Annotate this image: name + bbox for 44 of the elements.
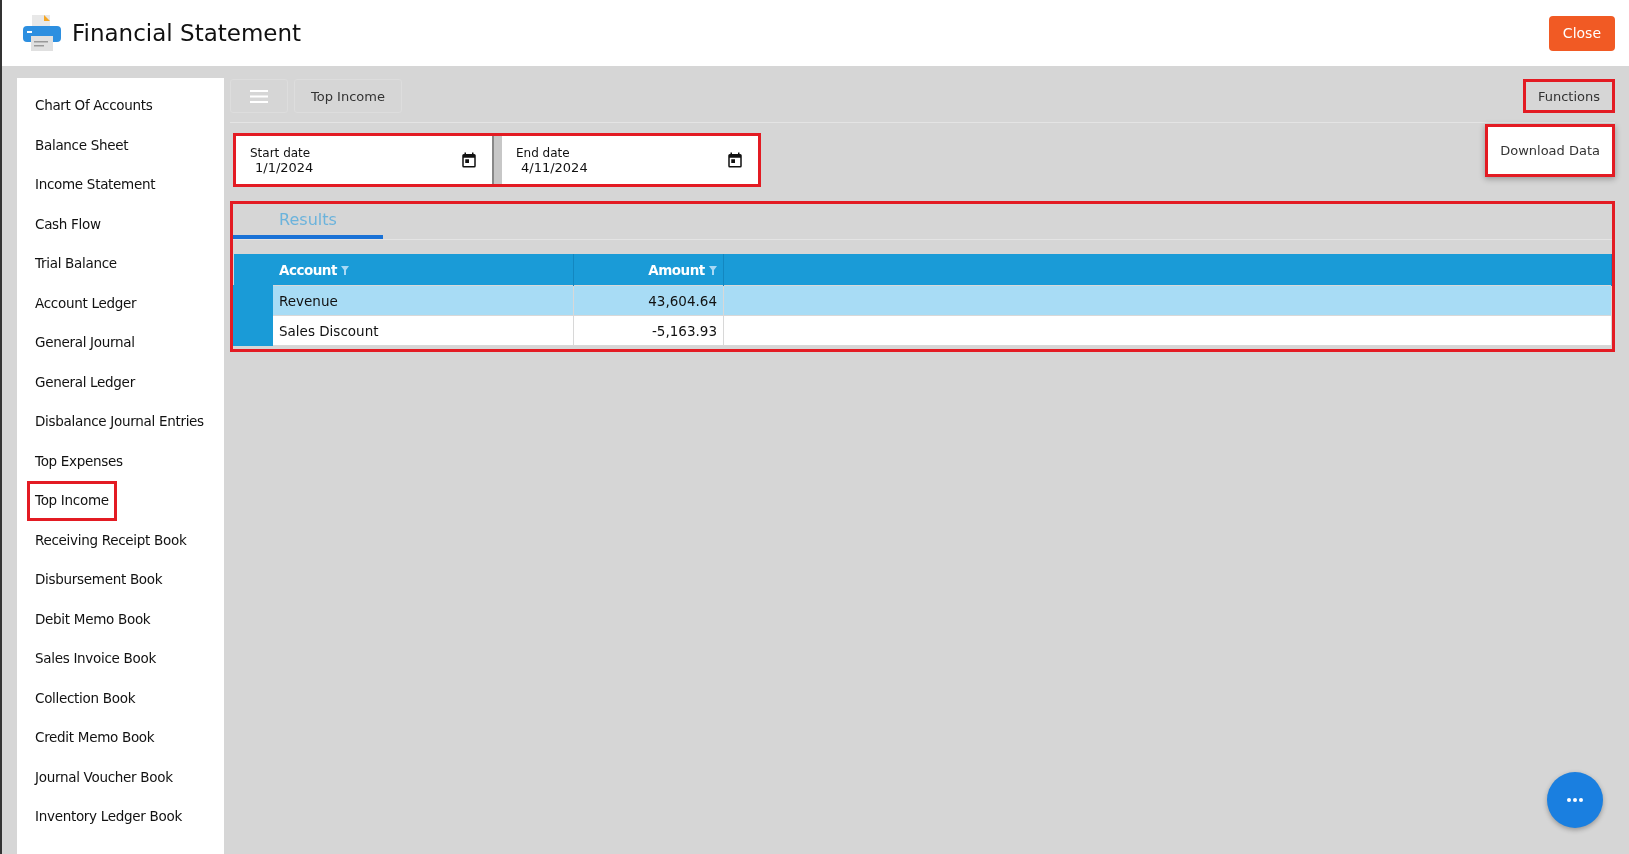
sidebar-item[interactable]: Disbursement Book — [27, 560, 171, 600]
window-title: Financial Statement — [72, 20, 303, 46]
field-label: End date — [516, 145, 571, 160]
sidebar-item[interactable]: Top Expenses — [27, 441, 131, 481]
column-label: Account — [279, 261, 337, 278]
sidebar-item[interactable]: Credit Memo Book — [27, 718, 163, 758]
sidebar-item[interactable]: Sales Invoice Book — [27, 639, 164, 679]
sidebar-item[interactable]: Receiving Receipt Book — [27, 520, 195, 560]
table-cell: 43,604.64 — [573, 285, 724, 316]
sidebar-item[interactable]: Journal Voucher Book — [27, 757, 181, 797]
sidebar-item[interactable]: General Journal — [27, 323, 143, 363]
field-label: Start date — [250, 145, 312, 160]
printer-icon — [22, 14, 62, 52]
menu-button[interactable] — [230, 79, 288, 113]
sidebar-item[interactable]: Disbalance Journal Entries — [27, 402, 212, 442]
table-cell: Revenue — [272, 285, 574, 316]
sidebar-item[interactable]: Cash Flow — [27, 204, 109, 244]
more-icon — [1567, 798, 1583, 802]
date-field[interactable]: End date 4/11/2024 — [502, 136, 758, 184]
breadcrumb-tab[interactable]: Top Income — [294, 79, 402, 113]
sidebar-item[interactable]: Chart Of Accounts — [27, 86, 161, 126]
sidebar-item[interactable]: Collection Book — [27, 678, 144, 718]
column-label: Amount — [648, 261, 705, 278]
sidebar-item[interactable]: Balance Sheet — [27, 125, 137, 165]
functions-button[interactable]: Functions — [1522, 79, 1615, 113]
date-field[interactable]: Start date 1/1/2024 — [236, 136, 492, 184]
filter-icon[interactable] — [341, 265, 350, 275]
menu-icon — [250, 89, 268, 103]
menu-item[interactable]: Download Data — [1488, 127, 1612, 174]
sidebar-item[interactable]: Inventory Ledger Book — [27, 797, 190, 837]
calendar-icon[interactable] — [726, 151, 744, 169]
sidebar-item[interactable]: General Ledger — [27, 362, 143, 402]
more-button[interactable] — [1547, 772, 1603, 828]
sidebar-item[interactable]: Debit Memo Book — [27, 599, 159, 639]
sidebar-item[interactable]: Top Income — [27, 481, 117, 521]
calendar-icon[interactable] — [460, 151, 478, 169]
table-cell: -5,163.93 — [573, 315, 724, 346]
table-cell: Sales Discount — [272, 315, 574, 346]
sidebar-item[interactable]: Trial Balance — [27, 244, 125, 284]
sidebar-item[interactable]: Income Statement — [27, 165, 164, 205]
date-input[interactable]: 4/11/2024 — [521, 159, 641, 175]
date-input[interactable]: 1/1/2024 — [255, 159, 375, 175]
filter-icon[interactable] — [709, 265, 717, 275]
sidebar-item[interactable]: Account Ledger — [27, 283, 145, 323]
